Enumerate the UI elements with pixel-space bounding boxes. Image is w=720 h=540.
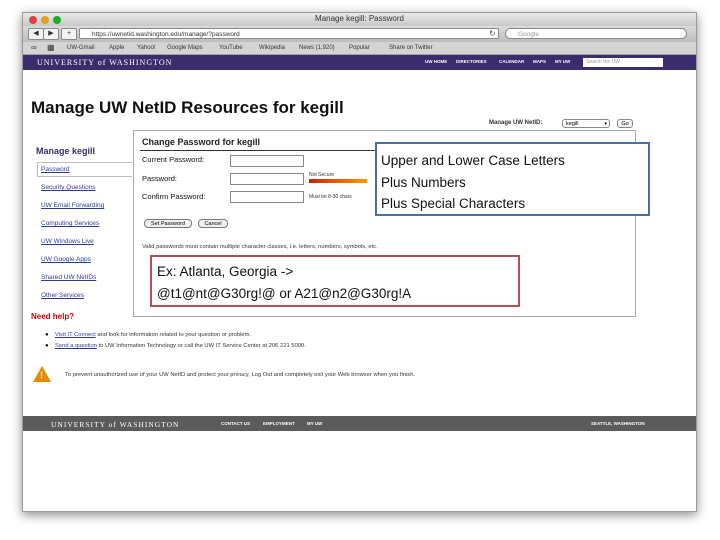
uw-header: UNIVERSITY of WASHINGTON UW HOME DIRECTO… xyxy=(23,55,696,70)
length-hint: Must be 8-30 chars xyxy=(309,194,352,200)
rule-line: Upper and Lower Case Letters xyxy=(381,153,565,168)
browser-toolbar: ◀ ▶ + https://uwnetid.washington.edu/man… xyxy=(23,26,696,42)
chevron-down-icon: ▾ xyxy=(604,121,607,127)
sidebar-title: Manage kegill xyxy=(36,146,96,156)
visit-it-connect-link[interactable]: Visit IT Connect xyxy=(55,332,96,338)
back-arrow-icon: ◀ xyxy=(33,30,39,37)
need-help-heading: Need help? xyxy=(31,312,75,321)
bookmark-item[interactable]: Yahoo! xyxy=(137,42,156,54)
sidebar-item-password[interactable]: Password xyxy=(41,166,70,173)
password-example-callout: Ex: Atlanta, Georgia -> @t1@nt@G30rg!@ o… xyxy=(150,255,520,307)
example-line-2: @t1@nt@G30rg!@ or A21@n2@G30rg!A xyxy=(157,286,412,301)
bullet-icon: ● xyxy=(45,332,49,338)
sidebar-item-shared-netids[interactable]: Shared UW NetIDs xyxy=(41,274,96,281)
forward-button[interactable]: ▶ xyxy=(43,28,59,40)
bookmark-item[interactable]: Popular xyxy=(349,42,370,54)
url-text: https://uwnetid.washington.edu/manage/?p… xyxy=(92,31,240,38)
calendar-link[interactable]: CALENDAR xyxy=(499,59,524,64)
set-password-button[interactable]: Set Password xyxy=(144,219,192,228)
sidebar-item-google-apps[interactable]: UW Google Apps xyxy=(41,256,91,263)
bookmark-item[interactable]: YouTube xyxy=(219,42,243,54)
address-bar[interactable]: https://uwnetid.washington.edu/manage/?p… xyxy=(79,28,499,39)
rule-line: Plus Special Characters xyxy=(381,196,526,211)
bookmark-item[interactable]: Apple xyxy=(109,42,124,54)
back-button[interactable]: ◀ xyxy=(28,28,44,40)
help-line-1-text: and look for information related to your… xyxy=(95,332,252,338)
new-password-input[interactable] xyxy=(230,173,304,185)
employment-link[interactable]: EMPLOYMENT xyxy=(263,421,295,426)
sidebar-item-windows-live[interactable]: UW Windows Live xyxy=(41,238,94,245)
bookmarks-grid-icon[interactable]: ▦ xyxy=(47,42,55,54)
password-label: Password: xyxy=(142,174,178,183)
plus-icon: + xyxy=(66,30,72,37)
current-password-label: Current Password: xyxy=(142,155,205,164)
footer-location: SEATTLE, WASHINGTON xyxy=(591,421,645,426)
password-rules-callout: Upper and Lower Case Letters Plus Number… xyxy=(375,142,650,216)
go-button[interactable]: Go xyxy=(617,119,633,128)
forward-arrow-icon: ▶ xyxy=(48,30,54,37)
maps-link[interactable]: MAPS xyxy=(533,59,546,64)
example-line-1: Ex: Atlanta, Georgia -> xyxy=(157,264,294,279)
contact-us-link[interactable]: CONTACT US xyxy=(221,421,250,426)
confirm-password-input[interactable] xyxy=(230,191,304,203)
netid-label: Manage UW NetID: xyxy=(489,120,543,126)
cancel-button[interactable]: Cancel xyxy=(198,219,228,228)
rule-line: Plus Numbers xyxy=(381,174,466,190)
uw-search-placeholder: Search the UW xyxy=(586,59,620,65)
browser-search-field[interactable]: Google xyxy=(505,28,687,39)
sidebar-item-email-forwarding[interactable]: UW Email Forwarding xyxy=(41,202,104,209)
uw-home-link[interactable]: UW HOME xyxy=(425,59,447,64)
send-question-link[interactable]: Send a question xyxy=(55,343,97,349)
add-bookmark-button[interactable]: + xyxy=(61,28,77,40)
search-placeholder: Google xyxy=(518,31,539,38)
panel-title: Change Password for kegill xyxy=(142,137,261,147)
page-content: Manage UW NetID Resources for kegill Man… xyxy=(23,70,696,418)
strength-meter xyxy=(309,179,367,183)
help-line-2-text: to UW Information Technology or call the… xyxy=(96,343,306,349)
help-line-1: Visit IT Connect and look for informatio… xyxy=(55,332,251,338)
password-requirements-text: Valid passwords must contain multiple ch… xyxy=(142,244,378,250)
sidebar-item-security-questions[interactable]: Security Questions xyxy=(41,184,96,191)
netid-select-value: kegill xyxy=(566,121,579,127)
confirm-password-label: Confirm Password: xyxy=(142,192,206,201)
uw-footer: UNIVERSITY of WASHINGTON CONTACT US EMPL… xyxy=(23,416,696,431)
sidebar-item-other-services[interactable]: Other Services xyxy=(41,292,84,299)
window-title: Manage kegill: Password xyxy=(315,14,404,23)
help-line-2: Send a question to UW Information Techno… xyxy=(55,343,306,349)
bookmark-item[interactable]: Google Maps xyxy=(167,42,203,54)
bullet-icon: ● xyxy=(45,343,49,349)
bookmark-item[interactable]: Share on Twitter xyxy=(389,42,433,54)
logout-warning-text: To prevent unauthorized use of your UW N… xyxy=(65,372,416,378)
uw-logo[interactable]: UNIVERSITY of WASHINGTON xyxy=(37,58,172,67)
reading-list-icon[interactable]: ∞ xyxy=(31,42,37,54)
current-password-input[interactable] xyxy=(230,155,304,167)
uw-search-input[interactable]: Search the UW xyxy=(583,58,663,67)
reload-icon[interactable]: ↻ xyxy=(489,29,496,38)
exclamation-icon: ! xyxy=(40,370,43,380)
footer-my-uw-link[interactable]: MY UW xyxy=(307,421,322,426)
page-title: Manage UW NetID Resources for kegill xyxy=(31,98,344,117)
strength-label: Not Secure xyxy=(309,172,335,178)
bookmark-item[interactable]: UW-Gmail xyxy=(67,42,95,54)
bookmark-item[interactable]: News (1,920) xyxy=(299,42,335,54)
sidebar-item-computing-services[interactable]: Computing Services xyxy=(41,220,99,227)
bookmark-item[interactable]: Wikipedia xyxy=(259,42,285,54)
bookmarks-bar: ∞ ▦ UW-Gmail Apple Yahoo! Google Maps Yo… xyxy=(23,42,696,55)
directories-link[interactable]: DIRECTORIES xyxy=(456,59,487,64)
netid-select[interactable]: kegill ▾ xyxy=(562,119,610,128)
footer-logo[interactable]: UNIVERSITY of WASHINGTON xyxy=(51,420,179,429)
my-uw-link[interactable]: MY UW xyxy=(555,59,570,64)
title-bar: Manage kegill: Password xyxy=(23,13,696,26)
